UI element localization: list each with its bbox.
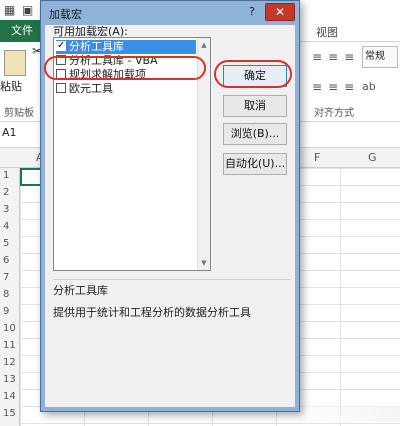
row-header[interactable]: 7	[3, 272, 17, 283]
help-button[interactable]: ?	[241, 4, 263, 20]
addins-listbox[interactable]: ✓ 分析工具库 分析工具库 - VBA 规划求解加载项 欧元工具 ▲ ▼	[53, 37, 211, 271]
row-headers: 1 2 3 4 5 6 7 8 9 10 11 12 13 14 15	[0, 168, 20, 426]
checkbox[interactable]	[56, 55, 66, 65]
cancel-button[interactable]: 取消	[223, 95, 287, 117]
wrap-text-icon[interactable]: ab	[362, 80, 376, 93]
automation-button[interactable]: 自动化(U)...	[223, 153, 287, 175]
addins-dialog: 加载宏 ? ✕ 可用加载宏(A): ✓ 分析工具库 分析工具库 - VBA 规划求…	[40, 0, 300, 412]
addin-item-label: 欧元工具	[69, 82, 113, 95]
checkbox[interactable]: ✓	[56, 40, 66, 51]
row-header[interactable]: 14	[3, 391, 17, 402]
browse-button[interactable]: 浏览(B)...	[223, 123, 287, 145]
number-format-dropdown[interactable]: 常规	[362, 46, 398, 68]
watermark	[290, 406, 400, 422]
check-icon: ✓	[57, 40, 66, 51]
alignment-group-label: 对齐方式	[314, 108, 354, 119]
addin-item-analysis-toolpak[interactable]: ✓ 分析工具库	[56, 40, 196, 54]
row-header[interactable]: 9	[3, 306, 17, 317]
column-header-g[interactable]: G	[368, 151, 377, 164]
row-header[interactable]: 2	[3, 187, 17, 198]
row-header[interactable]: 10	[3, 323, 17, 334]
description-title: 分析工具库	[53, 284, 108, 297]
save-icon[interactable]: ▣	[22, 3, 33, 17]
alignment-icons[interactable]: ≡≡≡	[312, 50, 360, 64]
listbox-scrollbar[interactable]: ▲ ▼	[197, 38, 210, 270]
addin-item-label: 分析工具库	[69, 40, 124, 53]
paste-icon[interactable]	[4, 50, 26, 76]
excel-logo-icon: ▦	[4, 3, 16, 17]
row-header[interactable]: 6	[3, 255, 17, 266]
checkbox[interactable]	[56, 83, 66, 93]
addin-item-analysis-toolpak-vba[interactable]: 分析工具库 - VBA	[56, 54, 196, 68]
scroll-down-icon[interactable]: ▼	[198, 257, 210, 269]
clipboard-group-label: 剪贴板	[4, 108, 34, 119]
scroll-up-icon[interactable]: ▲	[198, 39, 210, 51]
row-header[interactable]: 11	[3, 340, 17, 351]
addin-item-solver[interactable]: 规划求解加载项	[56, 68, 196, 82]
addin-item-label: 规划求解加载项	[69, 68, 146, 81]
dialog-title: 加载宏	[49, 8, 82, 21]
checkbox[interactable]	[56, 69, 66, 79]
addin-item-euro-tools[interactable]: 欧元工具	[56, 82, 196, 96]
row-header[interactable]: 12	[3, 357, 17, 368]
row-header[interactable]: 13	[3, 374, 17, 385]
row-header[interactable]: 1	[3, 170, 17, 181]
row-header[interactable]: 8	[3, 289, 17, 300]
row-header[interactable]: 3	[3, 204, 17, 215]
description-group: 分析工具库 提供用于统计和工程分析的数据分析工具	[53, 279, 291, 375]
row-header[interactable]: 4	[3, 221, 17, 232]
addin-item-label: 分析工具库 - VBA	[69, 54, 158, 67]
tab-file[interactable]: 文件	[0, 20, 44, 42]
dialog-titlebar[interactable]: 加载宏 ? ✕	[41, 1, 299, 25]
tab-view[interactable]: 视图	[316, 24, 338, 40]
row-header[interactable]: 5	[3, 238, 17, 249]
name-box[interactable]: A1	[0, 126, 40, 144]
indent-icons[interactable]: ≡≡≡	[312, 80, 360, 94]
dialog-body: 可用加载宏(A): ✓ 分析工具库 分析工具库 - VBA 规划求解加载项 欧元工…	[45, 25, 295, 407]
row-header[interactable]: 15	[3, 408, 17, 419]
ok-button[interactable]: 确定	[223, 65, 287, 87]
column-header-f[interactable]: F	[314, 151, 320, 164]
description-text: 提供用于统计和工程分析的数据分析工具	[53, 306, 251, 319]
paste-button-label[interactable]: 粘贴	[0, 78, 22, 94]
close-button[interactable]: ✕	[265, 3, 295, 21]
